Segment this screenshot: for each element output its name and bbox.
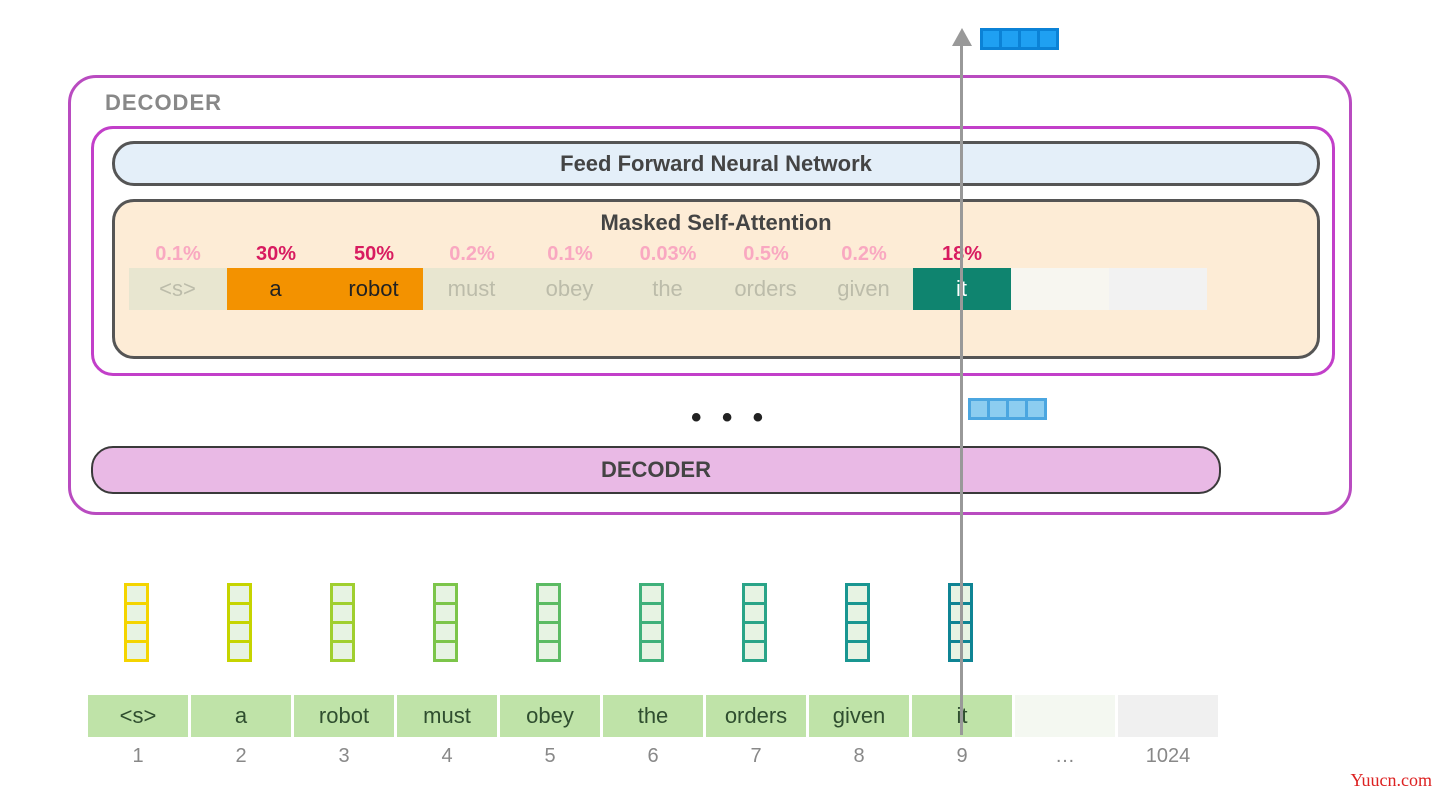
- input-token: orders: [706, 695, 806, 737]
- embedding-vector: [742, 583, 769, 659]
- flow-arrow-head: [952, 28, 972, 46]
- position-number: 2: [191, 745, 291, 768]
- attention-col: 50%robot: [325, 240, 423, 310]
- output-vector-top: [980, 28, 1056, 50]
- attention-percent: 0.1%: [521, 240, 619, 268]
- attention-col: [1109, 240, 1207, 310]
- embedding-vector: [536, 583, 563, 659]
- attention-token: [1109, 268, 1207, 310]
- attention-percent: 50%: [325, 240, 423, 268]
- input-token: given: [809, 695, 909, 737]
- attention-col: 0.1%obey: [521, 240, 619, 310]
- position-number: 1024: [1118, 745, 1218, 768]
- attention-percent: 0.5%: [717, 240, 815, 268]
- attention-col: 0.2%must: [423, 240, 521, 310]
- input-token: a: [191, 695, 291, 737]
- position-number: 4: [397, 745, 497, 768]
- embedding-vector: [433, 583, 460, 659]
- msa-title: Masked Self-Attention: [115, 210, 1317, 236]
- input-token: must: [397, 695, 497, 737]
- position-row: 123456789…1024: [88, 745, 1221, 768]
- attention-token: obey: [521, 268, 619, 310]
- layer-ellipsis: • • •: [691, 401, 769, 435]
- attention-percent: 0.03%: [619, 240, 717, 268]
- attention-col: 0.5%orders: [717, 240, 815, 310]
- input-token: the: [603, 695, 703, 737]
- position-number: …: [1015, 745, 1115, 768]
- attention-col: [1011, 240, 1109, 310]
- attention-token: [1011, 268, 1109, 310]
- embedding-vector: [639, 583, 666, 659]
- position-number: 7: [706, 745, 806, 768]
- decoder-bottom-box: DECODER: [91, 446, 1221, 494]
- watermark: Yuucn.com: [1351, 770, 1432, 791]
- position-number: 8: [809, 745, 909, 768]
- attention-percent: 0.2%: [815, 240, 913, 268]
- attention-percent: 0.2%: [423, 240, 521, 268]
- output-vector-mid: [968, 398, 1044, 420]
- embedding-vector: [124, 583, 151, 659]
- feed-forward-box: Feed Forward Neural Network: [112, 141, 1320, 186]
- position-number: 9: [912, 745, 1012, 768]
- attention-percent: 30%: [227, 240, 325, 268]
- attention-col: 0.1%<s>: [129, 240, 227, 310]
- attention-percent: [1109, 240, 1207, 268]
- input-token-row: <s>arobotmustobeytheordersgivenit: [88, 695, 1221, 737]
- attention-percent: [1011, 240, 1109, 268]
- embedding-vector: [845, 583, 872, 659]
- embedding-vector: [330, 583, 357, 659]
- decoder-outer-label: DECODER: [105, 90, 222, 116]
- position-number: 6: [603, 745, 703, 768]
- attention-col: 0.03%the: [619, 240, 717, 310]
- embedding-vector: [227, 583, 254, 659]
- attention-token: the: [619, 268, 717, 310]
- masked-self-attention-box: Masked Self-Attention 0.1%<s>30%a50%robo…: [112, 199, 1320, 359]
- attention-token: a: [227, 268, 325, 310]
- decoder-inner-box: Feed Forward Neural Network Masked Self-…: [91, 126, 1335, 376]
- input-token: [1015, 695, 1115, 737]
- position-number: 3: [294, 745, 394, 768]
- position-number: 1: [88, 745, 188, 768]
- decoder-outer-box: DECODER Feed Forward Neural Network Mask…: [68, 75, 1352, 515]
- attention-col: 30%a: [227, 240, 325, 310]
- position-number: 5: [500, 745, 600, 768]
- input-token: <s>: [88, 695, 188, 737]
- attention-token: robot: [325, 268, 423, 310]
- attention-token: orders: [717, 268, 815, 310]
- attention-percent: 0.1%: [129, 240, 227, 268]
- input-token: [1118, 695, 1218, 737]
- attention-col: 0.2%given: [815, 240, 913, 310]
- attention-token: given: [815, 268, 913, 310]
- flow-arrow-line: [960, 45, 963, 735]
- input-token: obey: [500, 695, 600, 737]
- attention-token: <s>: [129, 268, 227, 310]
- attention-token: must: [423, 268, 521, 310]
- attention-row: 0.1%<s>30%a50%robot0.2%must0.1%obey0.03%…: [129, 240, 1317, 310]
- input-token: robot: [294, 695, 394, 737]
